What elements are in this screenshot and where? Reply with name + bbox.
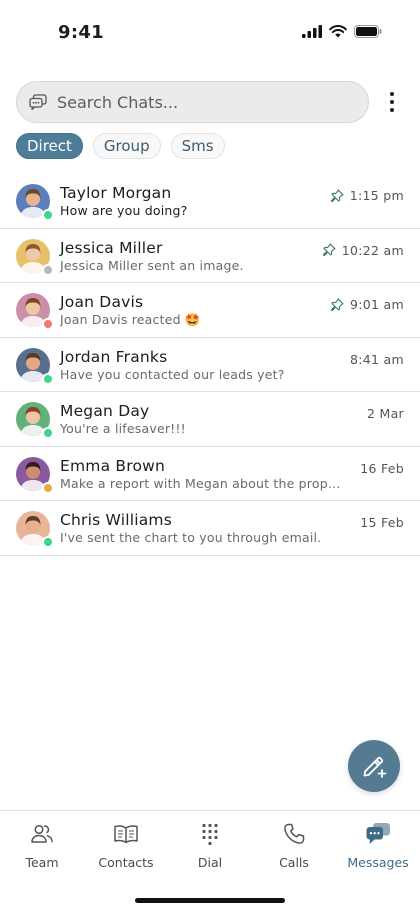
home-indicator [135,898,285,903]
chat-name: Jordan Franks [60,347,168,366]
chat-time: 9:01 am [350,297,404,312]
chat-bubbles-icon [29,94,47,110]
messages-icon [366,823,390,844]
nav-messages[interactable]: Messages [336,811,420,878]
chat-time: 15 Feb [360,515,404,530]
chat-meta: 15 Feb [360,515,404,530]
presence-indicator [42,318,54,330]
chat-name: Chris Williams [60,511,173,529]
dialpad-icon [202,823,218,846]
chat-meta: 9:01 am [330,297,404,312]
chat-meta: 10:22 am [322,243,404,258]
avatar [16,456,54,494]
nav-contacts[interactable]: Contacts [84,811,168,878]
chat-name: Taylor Morgan [60,184,172,202]
pin-icon [330,188,344,202]
chat-preview: Joan Davis reacted 🤩 [60,312,201,327]
chat-row[interactable]: Megan Day You're a lifesaver!!! 2 Mar [0,392,420,447]
chat-row[interactable]: Jordan Franks Have you contacted our lea… [0,338,420,392]
chat-preview: I've sent the chart to you through email… [60,530,322,545]
chat-row[interactable]: Jessica Miller Jessica Miller sent an im… [0,229,420,283]
nav-team[interactable]: Team [0,811,84,878]
avatar [16,511,54,548]
team-icon [31,824,53,843]
chat-preview: How are you doing? [60,203,188,218]
filter-sms[interactable]: Sms [170,133,225,159]
presence-indicator [42,536,54,548]
chat-meta: 1:15 pm [330,188,404,203]
search-bar[interactable] [16,81,369,123]
avatar [16,238,54,276]
avatar [16,184,54,221]
chat-preview: Have you contacted our leads yet? [60,366,285,382]
presence-indicator [42,372,54,385]
chat-meta: 16 Feb [360,461,404,476]
chat-preview: You're a lifesaver!!! [60,421,186,436]
chat-meta: 8:41 am [350,352,404,367]
presence-indicator [42,263,54,276]
search-input[interactable] [57,92,337,112]
avatar [16,293,54,330]
chat-name: Emma Brown [60,456,166,475]
chat-row[interactable]: Joan Davis Joan Davis reacted 🤩 9:01 am [0,283,420,338]
presence-indicator [42,427,54,439]
phone-icon [284,823,305,844]
presence-indicator [42,481,54,494]
more-options-icon[interactable] [380,88,404,116]
nav-dial[interactable]: Dial [168,811,252,878]
filter-group[interactable]: Group [92,133,161,159]
chat-time: 16 Feb [360,460,404,476]
nav-calls-label: Calls [279,855,309,870]
chat-time: 10:22 am [341,242,404,258]
chat-row[interactable]: Emma Brown Make a report with Megan abou… [0,447,420,501]
new-message-button[interactable] [348,740,400,792]
nav-dial-label: Dial [197,855,223,870]
presence-indicator [42,209,54,221]
chat-time: 8:41 am [350,351,404,367]
avatar [16,347,54,385]
chat-preview: Make a report with Megan about the propo… [60,475,345,491]
chat-row[interactable]: Chris Williams I've sent the chart to yo… [0,501,420,556]
filter-direct[interactable]: Direct [16,133,83,159]
chat-preview: Jessica Miller sent an image. [60,257,244,273]
chat-name: Megan Day [60,402,150,420]
chat-list: Taylor Morgan How are you doing? 1:15 pm… [0,174,420,556]
chat-time: 1:15 pm [349,188,404,203]
status-time: 9:41 [58,22,104,43]
avatar [16,402,54,439]
chat-name: Joan Davis [60,293,144,311]
chat-row[interactable]: Taylor Morgan How are you doing? 1:15 pm [0,174,420,229]
chat-name: Jessica Miller [60,238,163,257]
chat-time: 2 Mar [366,406,404,421]
nav-team-label: Team [25,855,59,870]
status-bar: 9:41 [0,0,420,60]
contacts-icon [114,825,138,844]
bottom-nav: Team Contacts Dial Calls Messages [0,810,420,878]
pin-icon [322,243,336,257]
status-icons [302,25,382,38]
nav-messages-label: Messages [347,855,409,870]
nav-calls[interactable]: Calls [252,811,336,878]
nav-contacts-label: Contacts [98,855,154,870]
battery-icon [354,25,382,38]
wifi-icon [329,25,347,38]
filter-chips: Direct Group Sms [16,133,225,159]
compose-icon [363,756,387,778]
signal-icon [302,25,322,38]
pin-icon [330,297,344,311]
chat-meta: 2 Mar [367,406,404,421]
